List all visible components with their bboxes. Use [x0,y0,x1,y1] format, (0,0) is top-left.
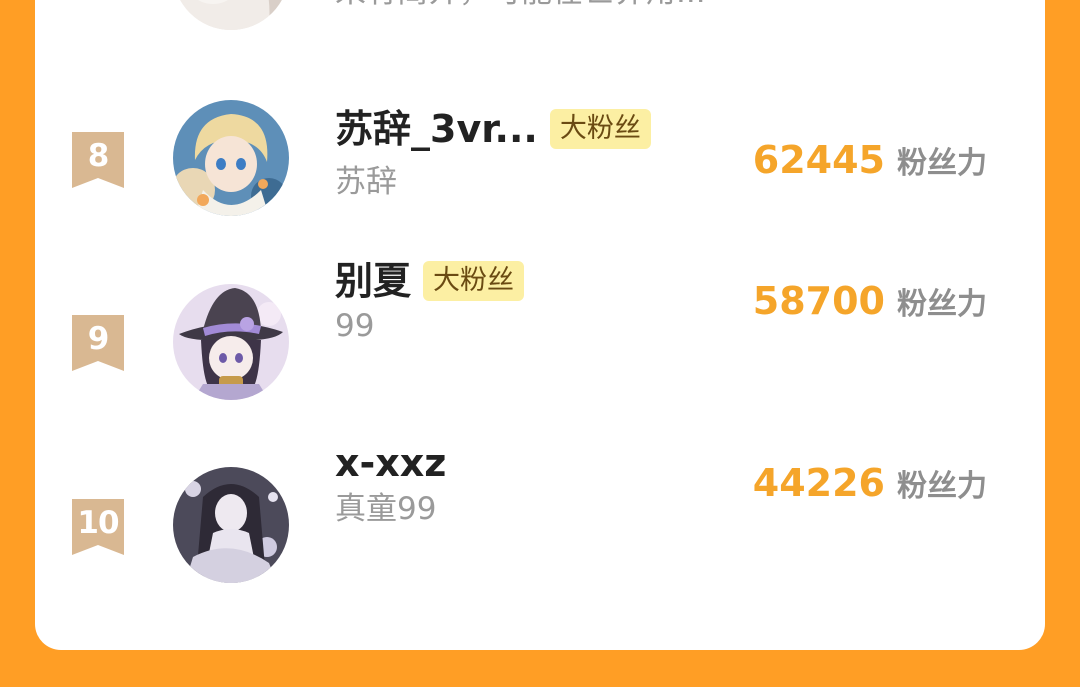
ranking-row[interactable]: 8 苏辞_3vr... 大粉丝 苏辞 62445 粉丝力 [35,100,1045,220]
rank-badge: 8 [72,132,124,188]
fan-power-score: 58700 [752,279,885,323]
fan-ranking-card: 来有简介，可能在世界角... 8 苏辞_3vr... [35,0,1045,650]
rank-badge: 10 [72,499,124,555]
name-line: x-xxz [335,438,446,488]
ranking-row[interactable]: 10 x-xxz 真童99 44226 粉丝力 [35,441,1045,587]
rank-number: 8 [87,138,110,174]
user-name[interactable]: x-xxz [335,438,446,488]
fan-level-badge: 大粉丝 [549,109,651,149]
rank-number: 10 [77,505,119,541]
anime-avatar-blonde-icon [173,100,289,216]
previous-ranking-row[interactable]: 来有简介，可能在世界角... [35,0,1045,30]
user-name[interactable]: 别夏 [335,256,411,306]
name-line: 别夏 大粉丝 [335,256,525,306]
name-line: 苏辞_3vr... 大粉丝 [335,104,651,154]
user-signature: 99 [335,308,375,344]
user-avatar[interactable] [173,100,289,216]
fan-power: 58700 粉丝力 [753,279,987,323]
fan-power-score: 62445 [752,138,885,182]
user-avatar[interactable] [173,284,289,400]
rank-badge: 9 [72,315,124,371]
user-name[interactable]: 苏辞_3vr... [335,104,538,154]
user-signature: 苏辞 [335,164,397,200]
fan-power: 62445 粉丝力 [753,138,987,182]
fan-level-badge: 大粉丝 [423,261,525,301]
fan-power-unit: 粉丝力 [897,287,987,322]
user-avatar[interactable] [173,467,289,583]
user-signature: 来有简介，可能在世界角... [335,0,706,12]
avatar[interactable] [173,0,289,30]
fan-power-score: 44226 [752,461,885,505]
fan-power-unit: 粉丝力 [897,469,987,504]
fan-power: 44226 粉丝力 [753,461,987,505]
anime-avatar-witch-hat-icon [173,284,289,400]
user-signature: 真童99 [335,491,437,527]
ranking-row[interactable]: 9 别夏 大粉丝 99 58700 粉丝力 [35,259,1045,404]
anime-avatar-dark-hair-icon [173,467,289,583]
rank-number: 9 [87,321,110,357]
fan-power-unit: 粉丝力 [897,146,987,181]
